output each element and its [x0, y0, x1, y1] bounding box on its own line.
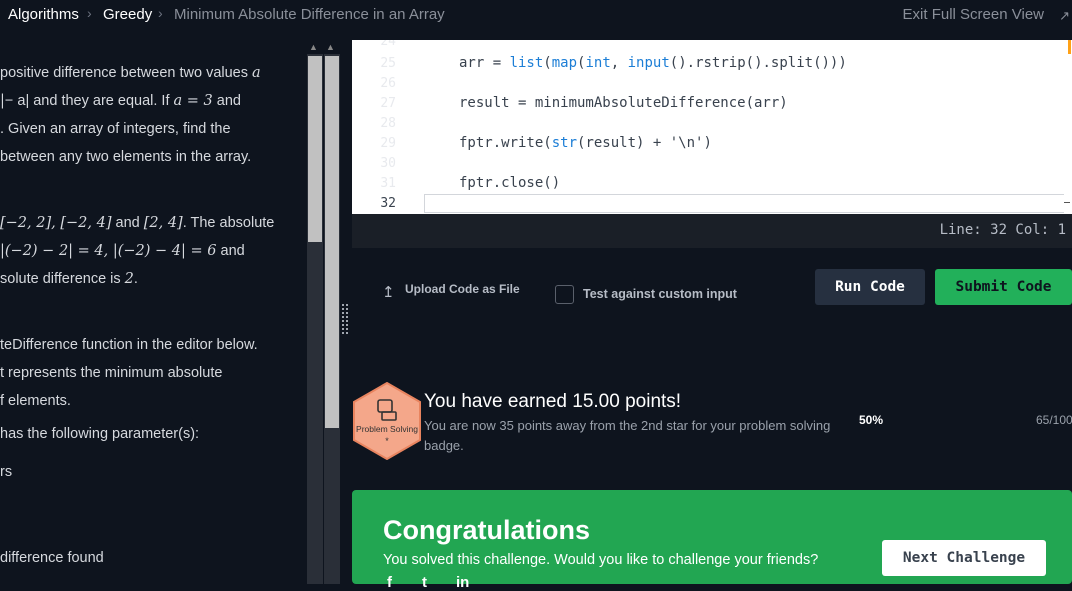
next-challenge-button[interactable]: Next Challenge: [882, 540, 1046, 576]
custom-input-checkbox[interactable]: [555, 285, 574, 304]
custom-input-label[interactable]: Test against custom input: [583, 287, 737, 301]
breadcrumb-current-problem: Minimum Absolute Difference in an Array: [174, 6, 445, 23]
badge-progress-percent: 50%: [859, 413, 884, 427]
code-line[interactable]: arr = list(map(int, input().rstrip().spl…: [459, 55, 847, 71]
upload-icon[interactable]: ↥: [382, 283, 395, 301]
exit-fullscreen-link[interactable]: Exit Full Screen View: [903, 6, 1044, 23]
code-line[interactable]: result = minimumAbsoluteDifference(arr): [459, 95, 788, 111]
line-number: 29: [380, 136, 396, 151]
scrollbar-thumb[interactable]: [308, 56, 322, 242]
problem-line: |− a| and they are equal. If a = 3 and: [0, 93, 241, 109]
line-number: 27: [380, 96, 396, 111]
chevron-right-icon: ›: [87, 5, 92, 21]
code-line[interactable]: fptr.close(): [459, 175, 560, 191]
linkedin-icon[interactable]: in: [456, 574, 469, 591]
collapse-icon[interactable]: ↗: [1059, 8, 1070, 24]
twitter-icon[interactable]: t: [422, 574, 427, 591]
code-line[interactable]: fptr.write(str(result) + '\n'): [459, 135, 712, 151]
current-line-highlight: [424, 194, 1064, 213]
problem-line: between any two elements in the array.: [0, 149, 252, 165]
problem-line: . Given an array of integers, find the: [0, 121, 231, 137]
cursor-position: Line: 32 Col: 1: [939, 222, 1066, 238]
run-code-button[interactable]: Run Code: [815, 269, 925, 305]
problem-line: f elements.: [0, 393, 71, 409]
cursor-marker: [1064, 202, 1070, 203]
line-number-current: 32: [352, 196, 396, 211]
problem-statement: positive difference between two values a…: [0, 40, 306, 584]
problem-line: [−2, 2], [−2, 4] and [2, 4]. The absolut…: [0, 215, 275, 231]
congratulations-banner: Congratulations You solved this challeng…: [352, 490, 1072, 591]
upload-code-link[interactable]: Upload Code as File: [405, 282, 520, 296]
badge-stars: *: [385, 436, 389, 446]
problem-line: positive difference between two values a: [0, 65, 261, 81]
breadcrumb-algorithms[interactable]: Algorithms: [8, 6, 79, 23]
line-number: 26: [380, 76, 396, 91]
problem-line: rs: [0, 464, 13, 480]
scroll-up-icon[interactable]: ▲: [309, 42, 318, 52]
line-number: 25: [380, 56, 396, 71]
code-editor[interactable]: 24 25 26 27 28 29 30 31 32 arr = list(ma…: [352, 40, 1072, 214]
line-number: 28: [380, 116, 396, 131]
line-number-gutter: 24 25 26 27 28 29 30 31 32: [352, 40, 424, 214]
chevron-right-icon: ›: [158, 5, 163, 21]
top-bar: Algorithms › Greedy › Minimum Absolute D…: [0, 0, 1072, 31]
scrollbar-thumb[interactable]: [325, 56, 339, 428]
problem-line: t represents the minimum absolute: [0, 365, 223, 381]
problem-line: difference found: [0, 550, 104, 566]
points-earned-text: You have earned 15.00 points!: [424, 391, 682, 412]
line-number: 31: [380, 176, 396, 191]
problem-line: solute difference is 2.: [0, 271, 138, 287]
problem-solving-badge-icon: Problem Solving *: [353, 382, 421, 460]
line-number: 24: [380, 40, 396, 49]
problem-line: teDifference function in the editor belo…: [0, 337, 258, 353]
submit-code-button[interactable]: Submit Code: [935, 269, 1072, 305]
line-number: 30: [380, 156, 396, 171]
badge-progress-count: 65/100: [1036, 413, 1072, 427]
congrats-title: Congratulations: [383, 515, 590, 545]
breadcrumb-greedy[interactable]: Greedy: [103, 6, 152, 23]
problem-line: has the following parameter(s):: [0, 426, 200, 442]
facebook-icon[interactable]: f: [387, 574, 392, 591]
editor-scroll-marker: [1068, 40, 1071, 54]
resize-handle[interactable]: [342, 304, 348, 334]
problem-scrollbars[interactable]: ▲ ▲: [306, 40, 340, 584]
congrats-subtitle: You solved this challenge. Would you lik…: [383, 552, 819, 568]
points-away-text: You are now 35 points away from the 2nd …: [424, 418, 831, 453]
editor-status-bar: Line: 32 Col: 1: [352, 214, 1072, 248]
scroll-up-icon[interactable]: ▲: [326, 42, 335, 52]
badge-name: Problem Solving: [356, 424, 418, 434]
problem-line: |(−2) − 2| = 4, |(−2) − 4| = 6 and: [0, 243, 245, 259]
